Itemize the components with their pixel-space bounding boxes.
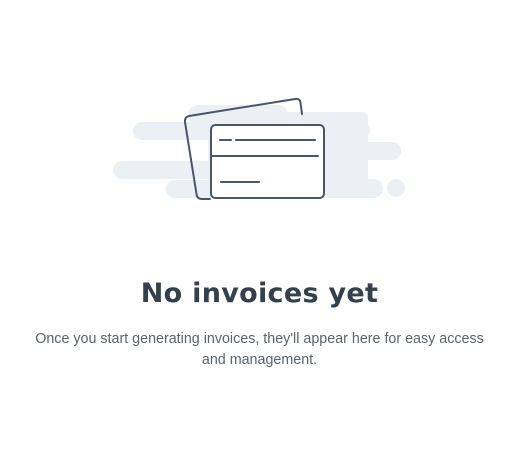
- empty-state-description: Once you start generating invoices, they…: [35, 331, 484, 368]
- empty-state-title: No invoices yet: [140, 278, 379, 309]
- empty-state: No invoices yet Once you start generatin…: [0, 0, 519, 451]
- front-card: [210, 124, 325, 199]
- credit-card-icon: [108, 92, 410, 206]
